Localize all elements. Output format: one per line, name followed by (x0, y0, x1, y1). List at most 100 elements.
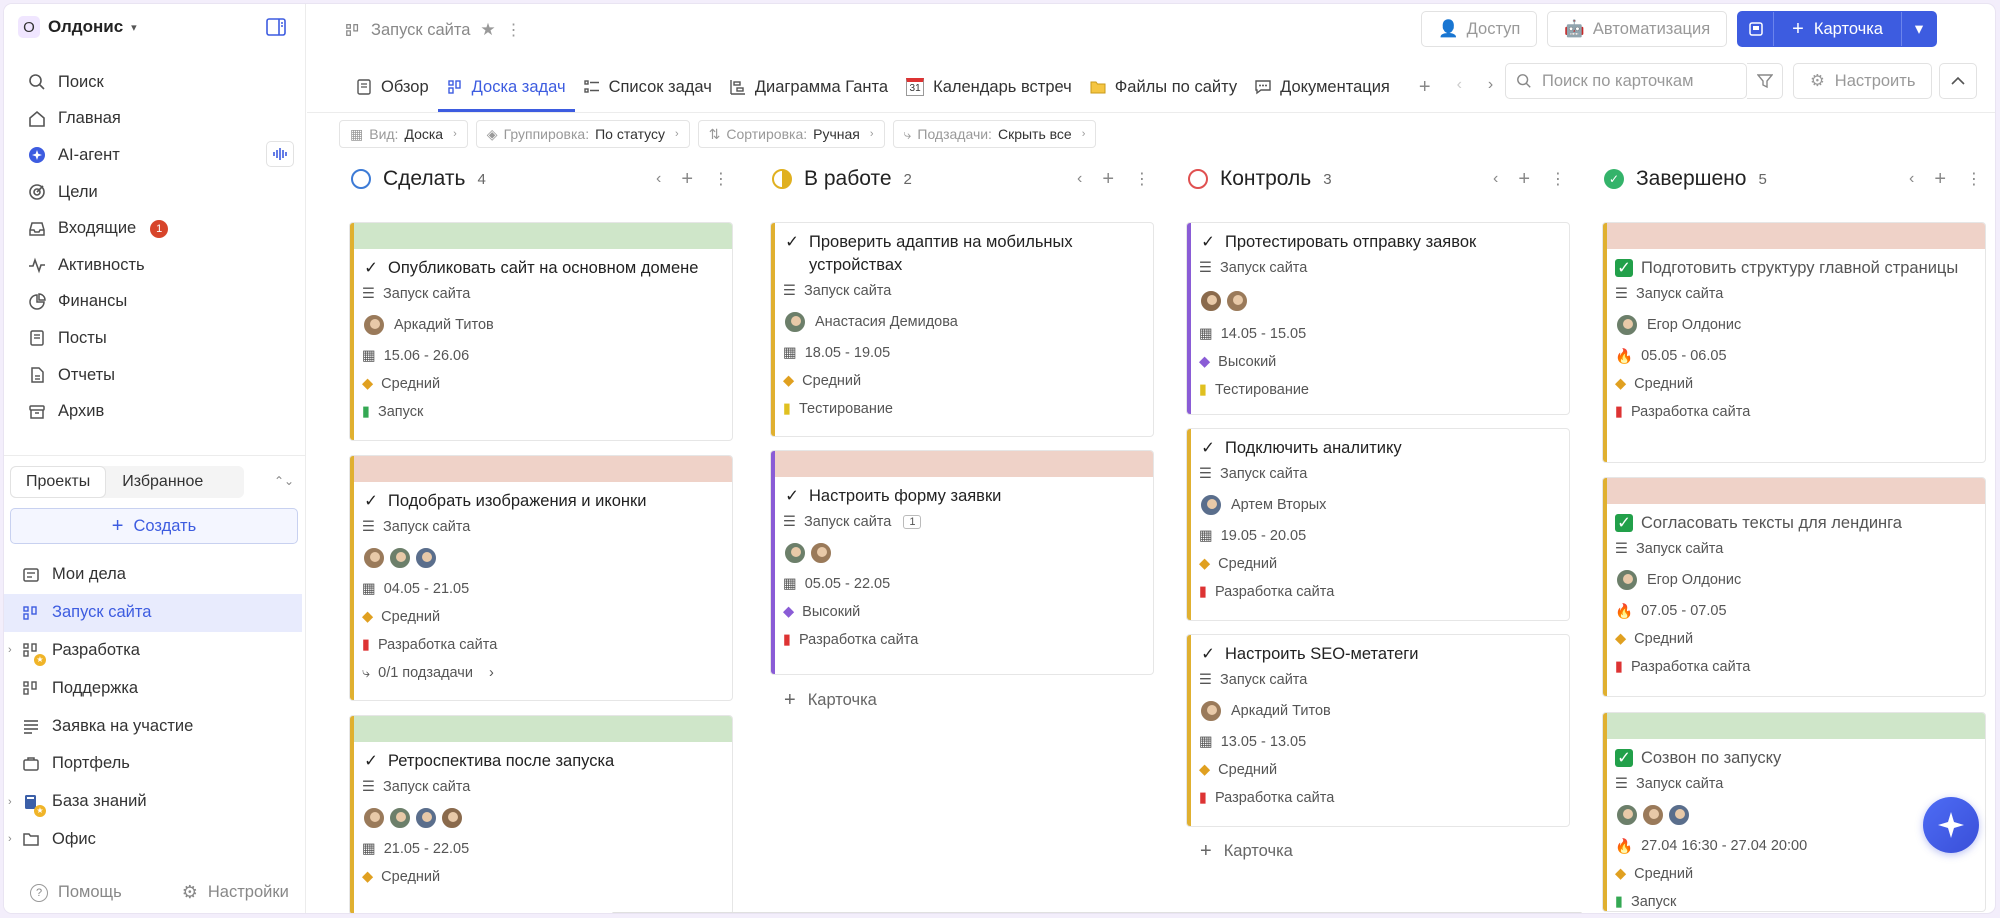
project-item-support[interactable]: Поддержка (4, 669, 306, 707)
card-project: Запуск сайта (1636, 776, 1724, 792)
nav-item-reports[interactable]: Отчеты (22, 357, 292, 394)
horizontal-scrollbar[interactable] (612, 912, 1582, 913)
card-tag: Разработка сайта (798, 632, 919, 648)
chevron-right-icon[interactable]: › (8, 833, 12, 845)
search-input[interactable]: Поиск по карточкам (1542, 72, 1693, 91)
checkbox-icon[interactable]: ✓ (1199, 233, 1217, 251)
tab-gantt[interactable]: Диаграмма Ганта (721, 62, 897, 112)
checkbox-checked-icon[interactable]: ✓ (1615, 514, 1633, 532)
tab-projects[interactable]: Проекты (10, 466, 107, 498)
checkbox-checked-icon[interactable]: ✓ (1615, 259, 1633, 277)
tab-list[interactable]: Список задач (575, 62, 721, 112)
nav-item-goals[interactable]: Цели (22, 174, 292, 211)
plus-icon[interactable]: + (681, 168, 693, 191)
nav-item-inbox[interactable]: Входящие 1 (22, 210, 292, 247)
nav-item-finance[interactable]: Финансы (22, 284, 292, 321)
card-subtasks[interactable]: 0/1 подзадачи (378, 665, 473, 681)
add-card-link[interactable]: + Карточка (1200, 840, 1293, 863)
configure-button[interactable]: ⚙ Настроить (1793, 63, 1933, 99)
nav-item-home[interactable]: Главная (22, 101, 292, 138)
help-link[interactable]: ? Помощь (30, 882, 122, 903)
task-card[interactable]: ✓ Согласовать тексты для лендинга ☰ Запуск… (1602, 477, 1986, 697)
automation-button[interactable]: 🤖 Автоматизация (1547, 11, 1728, 47)
collapse-icon[interactable]: ⌃⌄ (274, 474, 294, 488)
more-vertical-icon[interactable]: ⋮ (1966, 169, 1982, 189)
ai-assistant-button[interactable] (1923, 797, 1979, 853)
settings-link[interactable]: ⚙ Настройки (182, 882, 289, 903)
filter-icon[interactable] (1747, 63, 1783, 99)
chevron-left-icon[interactable]: ‹ (656, 170, 661, 188)
create-button[interactable]: + Создать (10, 508, 298, 544)
checkbox-checked-icon[interactable]: ✓ (1615, 749, 1633, 767)
chevron-right-icon[interactable]: › (8, 644, 12, 656)
nav-item-ai-agent[interactable]: AI-агент (22, 137, 292, 174)
project-item-my-tasks[interactable]: Мои дела (4, 556, 306, 594)
more-vertical-icon[interactable]: ⋮ (713, 169, 729, 189)
tab-favorites[interactable]: Избранное (106, 466, 220, 498)
project-item-application[interactable]: Заявка на участие (4, 707, 306, 745)
voice-icon[interactable] (266, 141, 294, 167)
checkbox-icon[interactable]: ✓ (1199, 439, 1217, 457)
card-search[interactable]: Поиск по карточкам (1505, 63, 1747, 99)
task-card[interactable]: ✓ Опубликовать сайт на основном домене ☰ З… (349, 222, 733, 441)
task-card[interactable]: ✓ Ретроспектива после запуска ☰ Запуск сай… (349, 715, 733, 913)
task-card[interactable]: ✓ Настроить SEO-метатеги ☰ Запуск сайта Ар… (1186, 634, 1570, 827)
task-card[interactable]: ✓ Проверить адаптив на мобильных устройст… (770, 222, 1154, 437)
filter-grouping[interactable]: ◈ Группировка: По статусу › (475, 120, 690, 148)
tab-calendar[interactable]: 31 Календарь встреч (897, 62, 1081, 112)
plus-icon[interactable]: + (1934, 168, 1946, 191)
plus-icon[interactable]: + (1419, 76, 1431, 99)
checkbox-icon[interactable]: ✓ (783, 233, 801, 251)
more-vertical-icon[interactable]: ⋮ (1550, 169, 1566, 189)
sidebar-toggle-icon[interactable] (266, 18, 286, 36)
nav-item-posts[interactable]: Посты (22, 320, 292, 357)
nav-item-search[interactable]: Поиск (22, 64, 292, 101)
column-title: Сделать (383, 167, 466, 190)
more-vertical-icon[interactable]: ⋮ (506, 20, 522, 40)
view-tabs: Обзор Доска задач Список задач Диаграмма… (347, 62, 1493, 112)
nav-item-activity[interactable]: Активность (22, 247, 292, 284)
chevron-left-icon[interactable]: ‹ (1493, 170, 1498, 188)
add-card-link[interactable]: + Карточка (784, 689, 877, 712)
project-item-office[interactable]: › Офис (4, 821, 306, 859)
checkbox-icon[interactable]: ✓ (783, 487, 801, 505)
filter-subtasks[interactable]: ⤷ Подзадачи: Скрыть все › (892, 120, 1097, 148)
task-card[interactable]: ✓ Протестировать отправку заявок ☰ Запуск … (1186, 222, 1570, 415)
project-item-knowledge-base[interactable]: › ★ База знаний (4, 783, 306, 821)
tab-docs[interactable]: Документация (1246, 62, 1399, 112)
chevron-left-icon[interactable]: ‹ (1909, 170, 1914, 188)
chevron-down-icon[interactable]: ▾ (1902, 12, 1936, 46)
filter-view[interactable]: ▦ Вид: Доска › (339, 120, 468, 148)
checkbox-icon[interactable]: ✓ (362, 259, 380, 277)
tab-files[interactable]: Файлы по сайту (1081, 62, 1246, 112)
plus-icon[interactable]: + (1518, 168, 1530, 191)
checkbox-icon[interactable]: ✓ (1199, 645, 1217, 663)
project-item-development[interactable]: › ★ Разработка (4, 632, 306, 670)
add-card-button[interactable]: + Карточка (1774, 12, 1902, 46)
org-switcher[interactable]: О Олдонис ▾ (18, 16, 137, 38)
project-item-portfolio[interactable]: Портфель (4, 745, 306, 783)
star-icon[interactable]: ★ (480, 20, 495, 40)
task-card[interactable]: ✓ Настроить форму заявки ☰ Запуск сайта 1 ▦… (770, 450, 1154, 675)
task-card[interactable]: ✓ Подобрать изображения и иконки ☰ Запуск … (349, 455, 733, 701)
checkbox-icon[interactable]: ✓ (362, 492, 380, 510)
chevron-left-icon[interactable]: ‹ (1077, 170, 1082, 188)
signal-yellow-icon: ▮ (1199, 382, 1207, 398)
tab-overview[interactable]: Обзор (347, 62, 438, 112)
chevron-left-icon[interactable]: ‹ (1457, 76, 1462, 99)
collapse-up-icon[interactable] (1939, 63, 1977, 99)
checkbox-icon[interactable]: ✓ (362, 752, 380, 770)
access-button[interactable]: 👤 Доступ (1421, 11, 1538, 47)
template-icon[interactable] (1738, 12, 1775, 46)
more-vertical-icon[interactable]: ⋮ (1134, 169, 1150, 189)
task-card[interactable]: ✓ Подключить аналитику ☰ Запуск сайта Арте… (1186, 428, 1570, 621)
nav-item-archive[interactable]: Архив (22, 393, 292, 430)
chevron-right-icon[interactable]: › (8, 796, 12, 808)
project-item-site-launch[interactable]: Запуск сайта (4, 593, 302, 632)
chevron-right-icon[interactable]: › (1488, 76, 1493, 99)
plus-icon[interactable]: + (1102, 168, 1114, 191)
tab-board[interactable]: Доска задач (437, 62, 575, 112)
filter-sorting[interactable]: ⇅ Сортировка: Ручная › (697, 120, 885, 148)
task-card[interactable]: ✓ Подготовить структуру главной страницы … (1602, 222, 1986, 463)
card-dates: 21.05 - 22.05 (383, 841, 470, 857)
